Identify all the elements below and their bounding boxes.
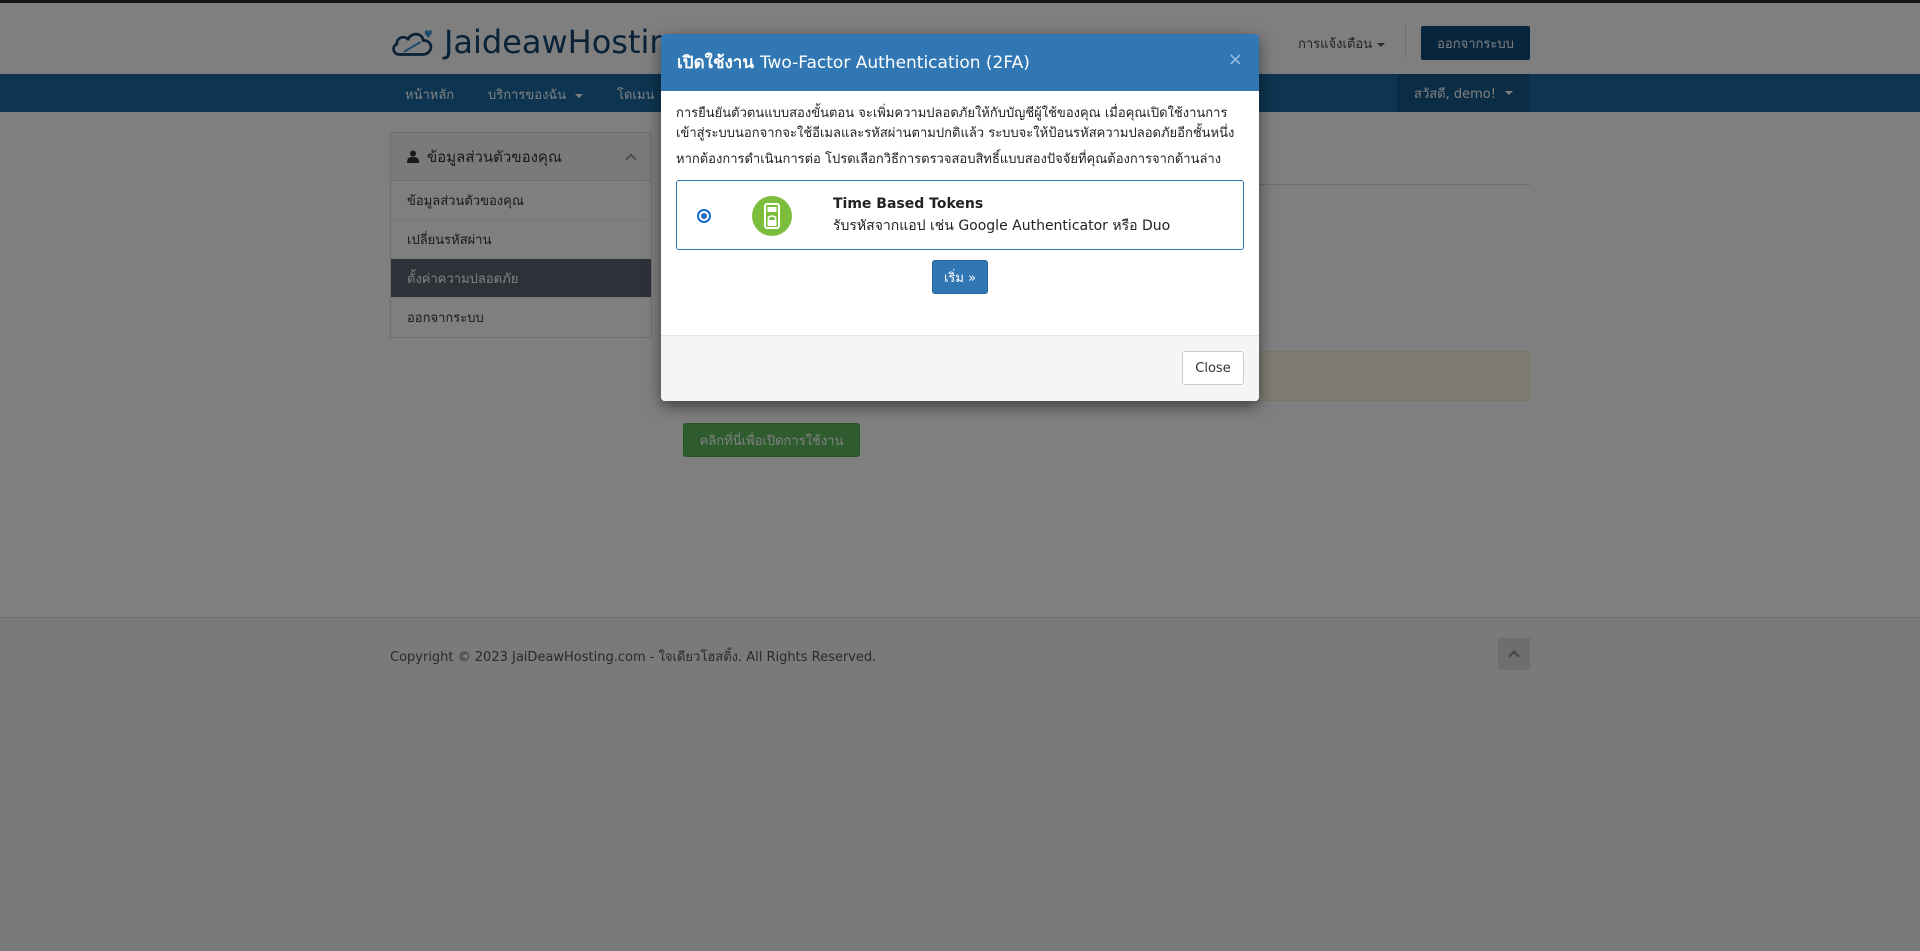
modal-footer: Close [661,335,1259,401]
start-button[interactable]: เริ่ม » [932,260,988,294]
modal-header: เปิดใช้งาน Two-Factor Authentication (2F… [661,34,1259,91]
modal-body: การยืนยันตัวตนแบบสองขั้นตอน จะเพิ่มความป… [661,91,1259,335]
option-time-based-tokens[interactable]: Time Based Tokens รับรหัสจากแอป เช่น Goo… [676,180,1244,250]
enable-2fa-modal: เปิดใช้งาน Two-Factor Authentication (2F… [661,34,1259,401]
option-description: รับรหัสจากแอป เช่น Google Authenticator … [833,218,1171,234]
modal-title: Two-Factor Authentication (2FA) [759,52,1030,73]
option-radio[interactable] [697,209,711,223]
modal-instruction: หากต้องการดำเนินการต่อ โปรดเลือกวิธีการต… [676,152,1222,167]
close-button[interactable]: Close [1182,351,1244,385]
option-title: Time Based Tokens [833,196,984,212]
modal-description: การยืนยันตัวตนแบบสองขั้นตอน จะเพิ่มความป… [676,106,1235,141]
authenticator-app-icon [752,196,792,236]
close-icon[interactable]: × [1228,49,1243,70]
modal-title-strong: เปิดใช้งาน [677,53,754,73]
